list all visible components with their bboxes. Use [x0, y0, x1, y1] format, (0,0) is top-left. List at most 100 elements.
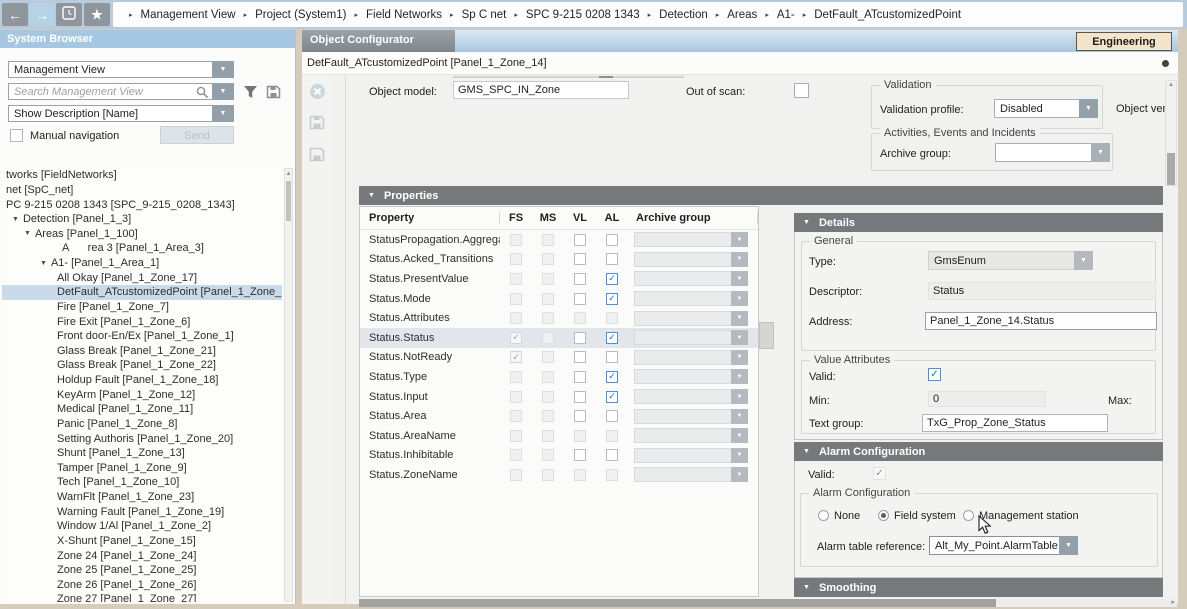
- column-property[interactable]: Property: [360, 212, 500, 224]
- radio-none[interactable]: [818, 510, 829, 521]
- al-checkbox[interactable]: [606, 410, 618, 422]
- properties-section-header[interactable]: ▼ Properties: [359, 186, 1163, 205]
- archive-group-dropdown[interactable]: ▼: [634, 271, 748, 286]
- column-ms[interactable]: MS: [532, 212, 564, 224]
- tree-item[interactable]: Medical [Panel_1_Zone_11]: [2, 402, 282, 417]
- dropdown-arrow-icon[interactable]: ▼: [731, 428, 748, 443]
- archive-group-dropdown[interactable]: ▼: [634, 409, 748, 424]
- tree-item[interactable]: Fire Exit [Panel_1_Zone_6]: [2, 314, 282, 329]
- filter-icon[interactable]: [243, 85, 258, 102]
- archive-group-dropdown[interactable]: ▼: [634, 389, 748, 404]
- property-row[interactable]: Status.Mode✓▼: [360, 289, 758, 309]
- breadcrumb-item[interactable]: Sp C net: [462, 9, 507, 21]
- tree-scrollbar-thumb[interactable]: [286, 181, 291, 221]
- al-checkbox[interactable]: [606, 234, 618, 246]
- dropdown-arrow-icon[interactable]: ▼: [1079, 99, 1098, 118]
- tree-item[interactable]: Front door-En/Ex [Panel_1_Zone_1]: [2, 329, 282, 344]
- tree-item[interactable]: net [SpC_net]: [2, 183, 282, 198]
- history-button[interactable]: [56, 3, 82, 26]
- tree-scrollbar[interactable]: ▲: [284, 168, 293, 602]
- column-al[interactable]: AL: [596, 212, 628, 224]
- radio-none-label[interactable]: None: [834, 510, 860, 522]
- breadcrumb-item[interactable]: A1-: [777, 9, 795, 21]
- archive-group-dropdown[interactable]: ▼: [634, 291, 748, 306]
- dropdown-arrow-icon[interactable]: ▼: [1059, 536, 1078, 555]
- scroll-right-icon[interactable]: ▸: [1171, 598, 1175, 606]
- horizontal-scrollbar[interactable]: ▸: [359, 599, 1177, 607]
- al-checkbox[interactable]: [606, 449, 618, 461]
- view-selector-dropdown[interactable]: Management View ▼: [8, 61, 234, 78]
- radio-field-system-label[interactable]: Field system: [894, 510, 956, 522]
- tree-item[interactable]: ▼Areas [Panel_1_100]: [2, 227, 282, 242]
- property-row[interactable]: Status.Attributes▼: [360, 308, 758, 328]
- search-input[interactable]: Search Management View ▼: [8, 83, 234, 100]
- address-field[interactable]: Panel_1_Zone_14.Status: [925, 312, 1157, 330]
- tree-item[interactable]: KeyArm [Panel_1_Zone_12]: [2, 387, 282, 402]
- dropdown-arrow-icon[interactable]: ▼: [212, 61, 234, 78]
- tree-item[interactable]: Warning Fault [Panel_1_Zone_19]: [2, 504, 282, 519]
- property-row[interactable]: Status.PresentValue✓▼: [360, 269, 758, 289]
- tree-item[interactable]: All Okay [Panel_1_Zone_17]: [2, 270, 282, 285]
- expand-arrow-icon[interactable]: ▼: [40, 260, 47, 267]
- vl-checkbox[interactable]: [574, 391, 586, 403]
- property-row[interactable]: Status.Input✓▼: [360, 387, 758, 407]
- vl-checkbox[interactable]: [574, 234, 586, 246]
- breadcrumb-item[interactable]: SPC 9-215 0208 1343: [526, 9, 640, 21]
- search-icon[interactable]: [196, 86, 209, 102]
- breadcrumb-item[interactable]: Management View: [141, 9, 236, 21]
- form-scrollbar[interactable]: ▲: [1165, 80, 1177, 186]
- archive-group-dropdown[interactable]: ▼: [634, 369, 748, 384]
- radio-management-station-label[interactable]: Management station: [979, 510, 1079, 522]
- tree-item[interactable]: Zone 25 [Panel_1_Zone_25]: [2, 563, 282, 578]
- favorites-button[interactable]: ★: [84, 3, 110, 26]
- dropdown-arrow-icon[interactable]: ▼: [731, 271, 748, 286]
- breadcrumb-item[interactable]: Detection: [659, 9, 708, 21]
- back-button[interactable]: ←: [2, 3, 28, 26]
- vl-checkbox[interactable]: [574, 253, 586, 265]
- breadcrumb-item[interactable]: Project (System1): [255, 9, 346, 21]
- alarm-valid-checkbox[interactable]: ✓: [873, 467, 886, 480]
- tree-item[interactable]: Tamper [Panel_1_Zone_9]: [2, 461, 282, 476]
- column-archive-group[interactable]: Archive group: [628, 212, 758, 224]
- al-checkbox[interactable]: ✓: [606, 391, 618, 403]
- property-row[interactable]: Status.Inhibitable▼: [360, 446, 758, 466]
- al-checkbox[interactable]: ✓: [606, 332, 618, 344]
- pin-icon[interactable]: [1162, 60, 1169, 67]
- tree-item[interactable]: Zone 27 [Panel_1_Zone_27]: [2, 592, 282, 602]
- send-button[interactable]: Send: [160, 126, 234, 144]
- property-row[interactable]: Status.Type✓▼: [360, 367, 758, 387]
- archive-group-dropdown[interactable]: ▼: [634, 311, 748, 326]
- tree-item[interactable]: Zone 24 [Panel_1_Zone_24]: [2, 548, 282, 563]
- dropdown-arrow-icon[interactable]: ▼: [731, 252, 748, 267]
- expand-arrow-icon[interactable]: ▼: [24, 230, 31, 237]
- property-row[interactable]: Status.NotReady✓▼: [360, 348, 758, 368]
- dropdown-arrow-icon[interactable]: ▼: [1091, 143, 1110, 162]
- dropdown-arrow-icon[interactable]: ▼: [731, 389, 748, 404]
- alarm-table-ref-dropdown[interactable]: Alt_My_Point.AlarmTable ▼: [929, 536, 1078, 555]
- archive-group-dropdown[interactable]: ▼: [995, 143, 1110, 162]
- scroll-up-icon[interactable]: ▲: [285, 171, 292, 177]
- tree-item[interactable]: Zone 26 [Panel_1_Zone_26]: [2, 578, 282, 593]
- property-row[interactable]: Status.ZoneName▼: [360, 465, 758, 485]
- dropdown-arrow-icon[interactable]: ▼: [731, 350, 748, 365]
- engineering-mode-button[interactable]: Engineering: [1076, 32, 1172, 51]
- search-options-arrow-icon[interactable]: ▼: [212, 83, 234, 100]
- dropdown-arrow-icon[interactable]: ▼: [731, 330, 748, 345]
- tree-item[interactable]: DetFault_ATcustomizedPoint [Panel_1_Zone…: [2, 285, 282, 300]
- tree-item[interactable]: ▼A1- [Panel_1_Area_1]: [2, 256, 282, 271]
- fs-checkbox[interactable]: ✓: [510, 332, 522, 344]
- tree-item[interactable]: Holdup Fault [Panel_1_Zone_18]: [2, 373, 282, 388]
- tree-item[interactable]: Panic [Panel_1_Zone_8]: [2, 417, 282, 432]
- description-mode-dropdown[interactable]: Show Description [Name] ▼: [8, 105, 234, 122]
- vl-checkbox[interactable]: [574, 351, 586, 363]
- forward-button[interactable]: →: [29, 3, 55, 26]
- tree-item[interactable]: PC 9-215 0208 1343 [SPC_9-215_0208_1343]: [2, 197, 282, 212]
- tree-item[interactable]: WarnFlt [Panel_1_Zone_23]: [2, 490, 282, 505]
- dropdown-arrow-icon[interactable]: ▼: [731, 369, 748, 384]
- archive-group-dropdown[interactable]: ▼: [634, 252, 748, 267]
- save-icon[interactable]: [309, 115, 325, 133]
- horizontal-scrollbar-thumb[interactable]: [359, 599, 996, 607]
- tree-item[interactable]: Window 1/Al [Panel_1_Zone_2]: [2, 519, 282, 534]
- save-as-icon[interactable]: [309, 147, 325, 165]
- property-row[interactable]: StatusPropagation.Aggregat▼: [360, 230, 758, 250]
